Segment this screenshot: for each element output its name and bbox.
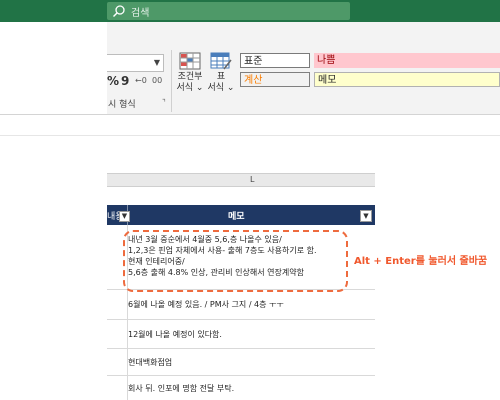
- search-box[interactable]: 검색: [107, 2, 350, 20]
- table-row[interactable]: 6월에 나올 예정 있음. / PM사 그지 / 4층 ㅜㅜ: [107, 290, 375, 320]
- style-calculation[interactable]: 계산: [240, 72, 310, 87]
- increase-decimal-button[interactable]: ←0: [135, 76, 147, 85]
- filter-dropdown-icon[interactable]: ▼: [119, 211, 130, 222]
- table-row[interactable]: 현대백화점업: [107, 349, 375, 376]
- format-as-table-button[interactable]: 표 서식 ⌄: [206, 52, 236, 94]
- memo-line: 현대백화점업: [128, 358, 173, 367]
- conditional-format-button[interactable]: 조건부 서식 ⌄: [175, 52, 205, 94]
- number-format-dropdown[interactable]: ▼: [107, 54, 164, 72]
- conditional-format-label-2: 서식 ⌄: [176, 83, 204, 93]
- formula-bar-area: [0, 115, 500, 173]
- search-icon: [113, 5, 125, 17]
- style-normal[interactable]: 표준: [240, 53, 310, 68]
- table-row[interactable]: 12월에 나올 예정이 있다함.: [107, 320, 375, 349]
- row-stub: [107, 376, 128, 400]
- cell-styles-gallery: 표준 나쁨 계산 메모: [238, 52, 500, 92]
- style-bad[interactable]: 나쁨: [314, 53, 500, 68]
- column-header-row: L: [107, 173, 375, 187]
- divider: [0, 135, 500, 136]
- memo-line: 12월에 나올 예정이 있다함.: [128, 330, 222, 339]
- row-stub: [107, 349, 128, 375]
- memo-line: 회사 뒤. 인포에 명함 전달 부탁.: [128, 384, 235, 393]
- conditional-format-icon: [179, 52, 201, 70]
- dialog-launcher-icon[interactable]: ⌝: [162, 98, 166, 107]
- row-stub: [107, 320, 128, 348]
- table-row[interactable]: 회사 뒤. 인포에 명함 전달 부탁.: [107, 376, 375, 400]
- table-header-row: 내용 ▼ 메모 ▼: [107, 205, 375, 225]
- number-group-label: 시 형식: [108, 100, 136, 110]
- format-table-label: 표: [216, 72, 226, 82]
- decrease-decimal-button[interactable]: 00: [152, 76, 162, 85]
- ribbon: ▼ % 9 ←0 00 시 형식 ⌝ 조건부 서식 ⌄ 표 서식 ⌄ 표준 나쁨…: [0, 22, 500, 115]
- row-stub: [107, 290, 128, 319]
- conditional-format-label: 조건부: [177, 72, 203, 82]
- group-separator: [171, 50, 172, 112]
- chevron-down-icon: ▼: [153, 58, 160, 67]
- ribbon-left-blank: [0, 22, 107, 114]
- table-header-memo: 메모: [228, 212, 245, 222]
- search-placeholder: 검색: [131, 8, 150, 19]
- percent-style-button[interactable]: %: [107, 74, 119, 88]
- annotation-text: Alt + Enter를 눌러서 줄바꿈: [354, 256, 488, 267]
- column-header-L[interactable]: L: [250, 175, 254, 184]
- memo-line: 6월에 나올 예정 있음. / PM사 그지 / 4층 ㅜㅜ: [128, 300, 284, 309]
- filter-dropdown-icon[interactable]: ▼: [360, 210, 372, 222]
- title-bar: 검색: [0, 0, 500, 22]
- highlight-dashed-box: [123, 230, 348, 292]
- comma-style-button[interactable]: 9: [121, 74, 129, 88]
- style-note[interactable]: 메모: [314, 72, 500, 87]
- table-header-left-cell[interactable]: 내용 ▼: [107, 205, 130, 225]
- format-table-label-2: 서식 ⌄: [207, 83, 235, 93]
- format-table-icon: [210, 52, 232, 70]
